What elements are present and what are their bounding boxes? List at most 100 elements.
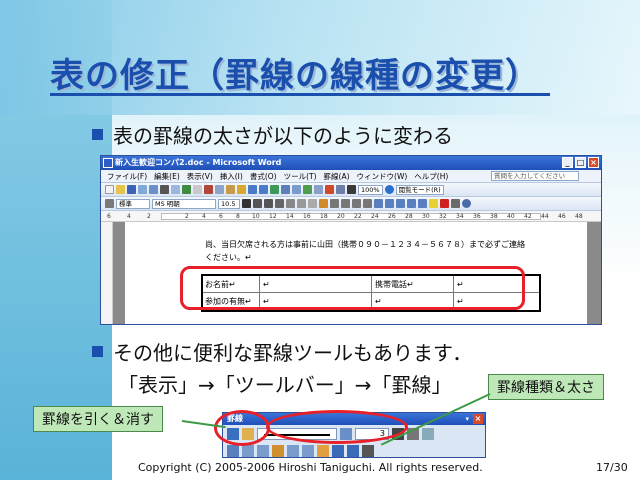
align-right-icon[interactable]	[341, 199, 350, 208]
mail-icon[interactable]	[149, 185, 158, 194]
ruler-number: 38	[490, 213, 498, 220]
help-icon[interactable]	[384, 185, 394, 194]
standard-toolbar: 100% 閲覧モード(R)	[101, 183, 601, 197]
distributed-icon[interactable]	[363, 199, 372, 208]
distribute-rows-icon[interactable]	[287, 444, 299, 457]
document-line-1: 尚、当日欠席される方は事前に山田（携帯０９０－１２３４－５６７８）まで必ずご連絡	[205, 240, 525, 249]
word-titlebar[interactable]: 新入生歓迎コンパ2.doc - Microsoft Word _ □ ×	[101, 156, 601, 170]
align-center-icon[interactable]	[330, 199, 339, 208]
menu-view[interactable]: 表示(V)	[187, 171, 213, 182]
permission-icon[interactable]	[138, 185, 147, 194]
tables-borders-icon[interactable]	[281, 185, 290, 194]
reading-mode-button[interactable]: 閲覧モード(R)	[395, 184, 444, 195]
justify-icon[interactable]	[352, 199, 361, 208]
distribute-columns-icon[interactable]	[302, 444, 314, 457]
strikethrough-icon[interactable]	[275, 199, 284, 208]
spelling-icon[interactable]	[182, 185, 191, 194]
hyperlink-icon[interactable]	[270, 185, 279, 194]
font-size-select[interactable]: 10.5	[218, 198, 240, 209]
bullets-icon[interactable]	[396, 199, 405, 208]
ruler-number: 10	[252, 213, 260, 220]
show-hide-icon[interactable]	[347, 185, 356, 194]
ruler-number: 16	[303, 213, 311, 220]
menu-insert[interactable]: 挿入(I)	[220, 171, 243, 182]
close-icon[interactable]: ×	[473, 414, 483, 424]
style-select[interactable]: 標準	[116, 198, 150, 209]
split-cells-icon[interactable]	[257, 444, 269, 457]
research-icon[interactable]	[193, 185, 202, 194]
bullet-2-subline: 「表示」→「ツールバー」→「罫線」	[118, 373, 452, 397]
numbering-icon[interactable]	[385, 199, 394, 208]
save-icon[interactable]	[127, 185, 136, 194]
paste-icon[interactable]	[226, 185, 235, 194]
format-painter-icon[interactable]	[237, 185, 246, 194]
toolbar-options-icon[interactable]: ▾	[465, 413, 469, 425]
increase-indent-icon[interactable]	[418, 199, 427, 208]
cut-icon[interactable]	[204, 185, 213, 194]
shading-color-icon[interactable]	[422, 427, 434, 440]
redo-icon[interactable]	[259, 185, 268, 194]
print-icon[interactable]	[160, 185, 169, 194]
align-icon[interactable]	[272, 444, 284, 457]
ruler-number: 24	[371, 213, 379, 220]
char-scale-icon[interactable]	[308, 199, 317, 208]
menu-edit[interactable]: 編集(E)	[154, 171, 180, 182]
bold-icon[interactable]	[242, 199, 251, 208]
enclose-char-icon[interactable]	[462, 199, 471, 208]
horizontal-ruler[interactable]: 6 4 2 2 4 6 8 10 12 14 16 18 20 22 24 26…	[101, 211, 601, 222]
print-preview-icon[interactable]	[171, 185, 180, 194]
zoom-select[interactable]: 100%	[358, 184, 383, 195]
close-icon[interactable]: ×	[588, 157, 599, 168]
document-line-2: ください。↵	[205, 253, 252, 262]
font-select[interactable]: MS 明朝	[152, 198, 216, 209]
ruler-number: 20	[337, 213, 345, 220]
undo-icon[interactable]	[248, 185, 257, 194]
minimize-icon[interactable]: _	[562, 157, 573, 168]
drawing-icon[interactable]	[325, 185, 334, 194]
bullet-square-icon	[92, 346, 103, 357]
copy-icon[interactable]	[215, 185, 224, 194]
vertical-ruler[interactable]	[101, 222, 113, 324]
ruler-number: 6	[107, 213, 111, 220]
menu-format[interactable]: 書式(O)	[250, 171, 277, 182]
char-border-icon[interactable]	[286, 199, 295, 208]
insert-excel-icon[interactable]	[303, 185, 312, 194]
help-question-input[interactable]: 質問を入力してください	[491, 171, 579, 181]
autoformat-icon[interactable]	[317, 444, 329, 457]
ruler-number: 4	[202, 213, 206, 220]
bullet-1: 表の罫線の太さが以下のように変わる	[92, 120, 453, 149]
menu-help[interactable]: ヘルプ(H)	[414, 171, 448, 182]
highlight-icon[interactable]	[429, 199, 438, 208]
menu-file[interactable]: ファイル(F)	[107, 171, 147, 182]
insert-table-icon[interactable]	[227, 444, 239, 457]
document-text[interactable]: 尚、当日欠席される方は事前に山田（携帯０９０－１２３４－５６７８）まで必ずご連絡…	[205, 238, 525, 264]
columns-icon[interactable]	[314, 185, 323, 194]
underline-icon[interactable]	[264, 199, 273, 208]
merge-cells-icon[interactable]	[242, 444, 254, 457]
styles-pane-icon[interactable]	[105, 199, 114, 208]
open-folder-icon[interactable]	[116, 185, 125, 194]
new-document-icon[interactable]	[105, 185, 114, 194]
line-spacing-icon[interactable]	[374, 199, 383, 208]
menu-window[interactable]: ウィンドウ(W)	[357, 171, 408, 182]
align-left-icon[interactable]	[319, 199, 328, 208]
ruler-number: 18	[320, 213, 328, 220]
ruler-number: 34	[456, 213, 464, 220]
decrease-indent-icon[interactable]	[407, 199, 416, 208]
bullet-2: その他に便利な罫線ツールもあります．	[92, 337, 472, 366]
insert-table-icon[interactable]	[292, 185, 301, 194]
phonetic-guide-icon[interactable]	[451, 199, 460, 208]
font-color-icon[interactable]	[440, 199, 449, 208]
document-map-icon[interactable]	[336, 185, 345, 194]
menu-tools[interactable]: ツール(T)	[284, 171, 317, 182]
menu-table[interactable]: 罫線(A)	[324, 171, 350, 182]
callout-draw-erase: 罫線を引く＆消す	[33, 406, 163, 432]
char-shading-icon[interactable]	[297, 199, 306, 208]
ruler-number: 4	[127, 213, 131, 220]
sort-ascending-icon[interactable]	[332, 444, 344, 457]
autosum-icon[interactable]	[362, 444, 374, 457]
maximize-icon[interactable]: □	[575, 157, 586, 168]
italic-icon[interactable]	[253, 199, 262, 208]
sort-descending-icon[interactable]	[347, 444, 359, 457]
bullet-2-text: その他に便利な罫線ツールもあります．	[113, 341, 473, 365]
